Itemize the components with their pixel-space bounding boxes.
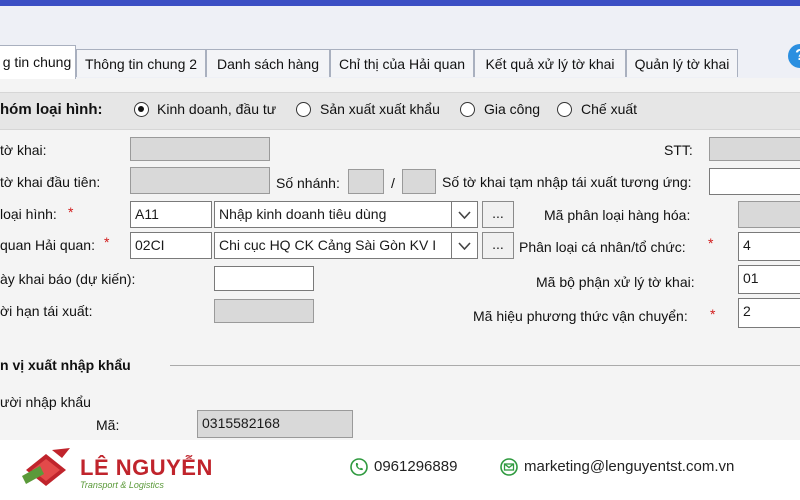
required-mark: *: [68, 204, 74, 220]
so-nhanh-field-1: [348, 169, 384, 194]
so-to-khai-label: tờ khai:: [0, 142, 47, 158]
tab-chi-thi-hai-quan[interactable]: Chỉ thị của Hải quan: [330, 49, 474, 77]
co-quan-label: quan Hải quan:: [0, 237, 95, 253]
ma-phan-loai-field: [738, 201, 800, 228]
stt-label: STT:: [664, 142, 693, 158]
tab-thong-tin-chung[interactable]: g tin chung: [0, 45, 76, 79]
brand-name: LÊ NGUYỄN: [80, 455, 213, 480]
ma-hieu-field[interactable]: 2: [738, 298, 800, 328]
section-title: n vị xuất nhập khẩu: [0, 357, 131, 373]
phone-icon: [350, 458, 368, 476]
ma-label: Mã:: [96, 417, 120, 433]
loai-hinh-name-field[interactable]: Nhập kinh doanh tiêu dùng: [214, 201, 452, 228]
nguoi-nhap-khau-label: ười nhập khẩu: [0, 394, 91, 410]
stt-field: [709, 137, 800, 161]
radio-san-xuat[interactable]: [296, 102, 311, 117]
tam-nhap-label: Số tờ khai tạm nhập tái xuất tương ứng:: [442, 174, 692, 190]
ma-phan-loai-label: Mã phân loại hàng hóa:: [544, 207, 691, 223]
brand-tagline: Transport & Logistics: [80, 480, 164, 490]
ngay-khai-label: ày khai báo (dự kiến):: [0, 271, 136, 287]
ma-hieu-label: Mã hiệu phương thức vận chuyển:: [473, 308, 688, 324]
email-icon: [500, 458, 518, 476]
required-mark: *: [104, 234, 110, 250]
thoi-han-field: [214, 299, 314, 323]
so-nhanh-label: Số nhánh:: [276, 175, 340, 191]
radio-che-xuat-label: Chế xuất: [581, 101, 638, 117]
tam-nhap-field[interactable]: [709, 168, 800, 195]
chevron-down-icon: [458, 211, 471, 219]
loai-hinh-label: loại hình:: [0, 206, 57, 222]
le-nguyen-logo-icon: [22, 448, 70, 486]
required-mark: *: [710, 306, 716, 322]
section-divider: [170, 365, 800, 366]
tab-quan-ly-to-khai[interactable]: Quản lý tờ khai: [626, 49, 738, 77]
to-khai-dau-tien-label: tờ khai đầu tiên:: [0, 174, 101, 190]
so-nhanh-field-2: [402, 169, 436, 194]
chevron-down-icon: [458, 242, 471, 250]
loai-hinh-code-field[interactable]: A11: [130, 201, 212, 228]
phan-loai-cn-field[interactable]: 4: [738, 232, 800, 261]
phone-number[interactable]: 0961296889: [374, 458, 457, 475]
co-quan-name-field[interactable]: Chi cục HQ CK Cảng Sài Gòn KV I: [214, 232, 452, 259]
co-quan-lookup-button[interactable]: ...: [482, 232, 514, 259]
tab-danh-sach-hang[interactable]: Danh sách hàng: [206, 49, 330, 77]
email-address[interactable]: marketing@lenguyentst.com.vn: [524, 458, 734, 475]
to-khai-dau-tien-field: [130, 167, 270, 194]
ma-bo-phan-field[interactable]: 01: [738, 265, 800, 294]
thoi-han-label: ời hạn tái xuất:: [0, 303, 93, 319]
slash-separator: /: [391, 175, 395, 191]
co-quan-dropdown[interactable]: [452, 232, 478, 259]
phan-loai-cn-label: Phân loại cá nhân/tổ chức:: [519, 239, 686, 255]
required-mark: *: [708, 235, 714, 251]
radio-san-xuat-label: Sản xuất xuất khẩu: [320, 101, 440, 117]
radio-kinh-doanh[interactable]: [134, 102, 149, 117]
tab-thong-tin-chung-2[interactable]: Thông tin chung 2: [76, 49, 206, 77]
radio-kinh-doanh-label: Kinh doanh, đầu tư: [157, 101, 277, 117]
co-quan-code-field[interactable]: 02CI: [130, 232, 212, 259]
so-to-khai-field: [130, 137, 270, 161]
ma-nguoi-nhap-khau-field: 0315582168: [197, 410, 353, 438]
radio-gia-cong[interactable]: [460, 102, 475, 117]
form-panel: [0, 78, 800, 440]
ma-bo-phan-label: Mã bộ phận xử lý tờ khai:: [536, 274, 695, 290]
tab-ket-qua-xu-ly[interactable]: Kết quả xử lý tờ khai: [474, 49, 626, 77]
ngay-khai-field[interactable]: [214, 266, 314, 291]
radio-gia-cong-label: Gia công: [484, 101, 541, 117]
title-bar: [0, 6, 800, 40]
radio-che-xuat[interactable]: [557, 102, 572, 117]
group-label: hóm loại hình:: [0, 101, 103, 118]
loai-hinh-dropdown[interactable]: [452, 201, 478, 228]
loai-hinh-lookup-button[interactable]: ...: [482, 201, 514, 228]
